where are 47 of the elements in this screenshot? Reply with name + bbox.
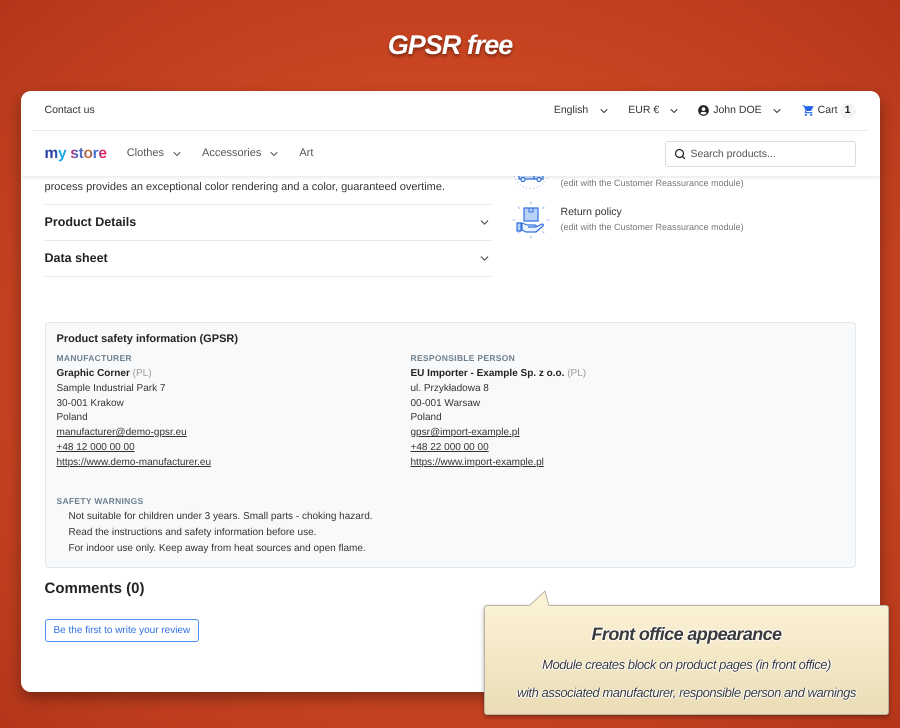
accordion-header[interactable]: Data sheet [44,241,490,277]
panel-title: Product safety information (GPSR) [56,332,238,347]
callout-text: with associated manufacturer, responsible person and warnings [517,684,856,702]
section-heading: RESPONSIBLE PERSON [410,352,516,364]
email-link[interactable]: gpsr@import-example.pl [410,426,520,441]
section-heading: MANUFACTURER [56,352,132,364]
menu-item[interactable]: Clothes [126,145,184,162]
website-link[interactable]: https://www.demo-manufacturer.eu [56,456,212,471]
menu-item[interactable]: Accessories [202,145,280,162]
address-line: Sample Industrial Park 7 [56,382,166,396]
warning-text: For indoor use only. Keep away from heat sources and open flame. [68,542,366,556]
callout-title: Front office appearance [592,623,782,646]
menu-item[interactable]: Art [299,145,314,162]
section-heading: SAFETY WARNINGS [56,494,144,507]
reassurance-subtitle: (edit with the Customer Reassurance module) [560,177,744,190]
company-name: Graphic Corner (PL) [56,367,152,381]
banner-title: GPSR free [388,29,512,62]
address-line: 30-001 Krakow [56,396,124,411]
box-on-hand-icon [512,201,550,239]
user-icon [698,105,710,116]
phone-link[interactable]: +48 22 000 00 00 [410,440,489,456]
website-link[interactable]: https://www.import-example.pl [410,456,544,471]
reassurance-title: Return policy [560,205,622,220]
address-line: ul. Przykładowa 8 [410,382,489,396]
address-line: 00-001 Warsaw [410,396,480,411]
search-field[interactable]: Search products... [664,140,856,166]
address-line: Poland [410,411,442,426]
cart-button[interactable]: Cart [802,102,838,118]
currency-dropdown[interactable]: EUR € [628,102,680,118]
comments-title: Comments (0) [44,578,145,599]
search-icon [674,148,686,160]
company-name: EU Importer - Example Sp. z o.o. (PL) [410,367,586,381]
description-text: process provides an exceptional color rendering and a color, guaranteed overtime. [44,176,490,205]
warning-text: Not suitable for children under 3 years. Small parts - choking hazard. [68,510,373,524]
account-dropdown[interactable]: John DOE [698,102,783,118]
address-line: Poland [56,411,88,426]
reassurance-subtitle: (edit with the Customer Reassurance module) [560,221,744,234]
callout-text: Module creates block on product pages (in front office) [542,656,831,674]
email-link[interactable]: manufacturer@demo-gpsr.eu [56,426,187,441]
write-review-button[interactable]: Be the first to write your review [44,618,200,642]
warning-text: Read the instructions and safety information before use. [68,526,316,540]
cart-icon [802,104,815,117]
language-dropdown[interactable]: English [554,102,610,118]
contact-link[interactable]: Contact us [44,102,95,118]
accordion-header[interactable]: Product Details [44,205,490,241]
phone-link[interactable]: +48 12 000 00 00 [56,440,135,456]
cart-count-badge: 1 [840,102,856,118]
